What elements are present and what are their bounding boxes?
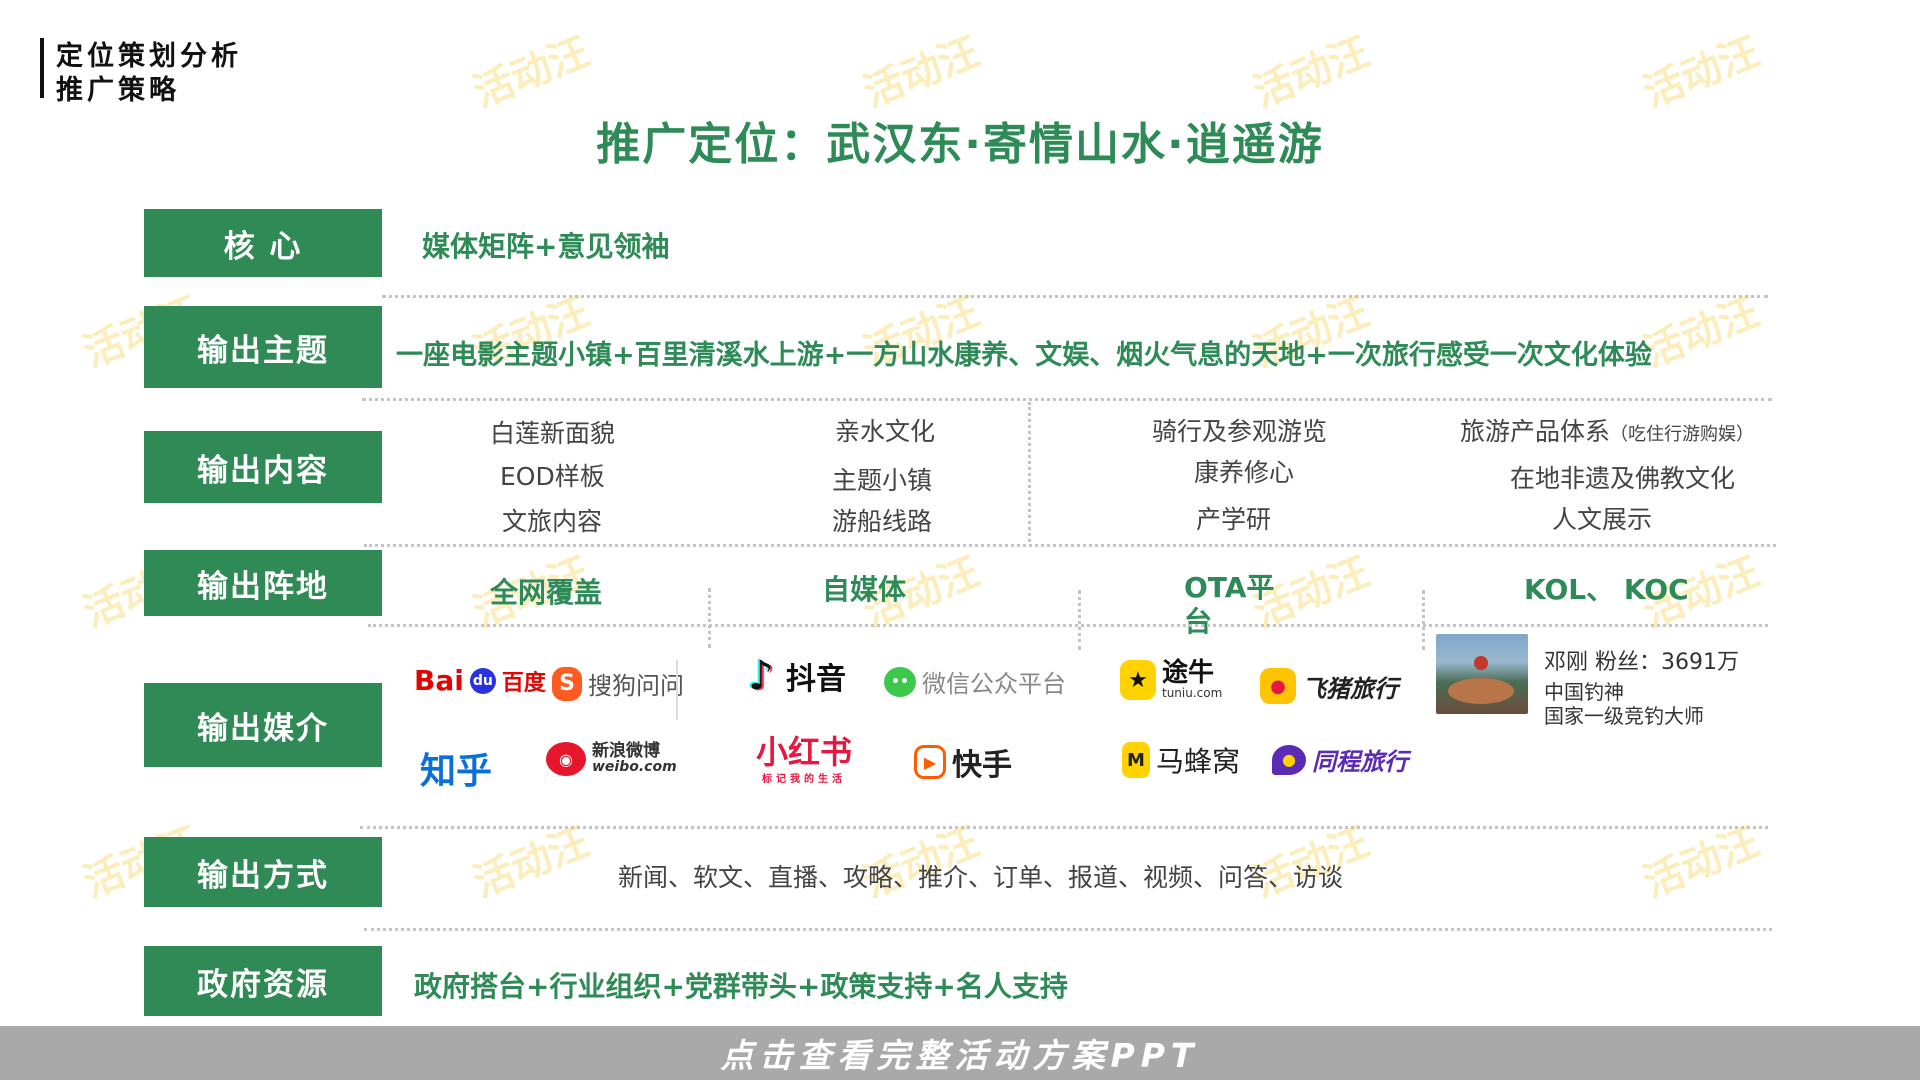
cow-icon: ★ <box>1120 660 1156 700</box>
zhihu-logo-text: 知乎 <box>420 751 493 792</box>
weibo-logo[interactable]: ◉ 新浪微博 weibo.com <box>546 742 677 776</box>
column-divider <box>708 588 711 648</box>
base-col: 自媒体 <box>822 573 907 606</box>
tuniu-logo-sub: tuniu.com <box>1162 686 1223 700</box>
content-item: 在地非遗及佛教文化 <box>1510 464 1736 493</box>
kuaishou-logo-text: 快手 <box>952 748 1012 783</box>
content-item: 游船线路 <box>832 507 933 536</box>
content-item: 主题小镇 <box>832 466 933 495</box>
watermark: 活动汪 <box>1637 818 1766 907</box>
baidu-logo-cn: 百度 <box>501 670 546 696</box>
baidu-logo[interactable]: Bai du 百度 <box>414 664 546 697</box>
mafengwo-logo[interactable]: M 马蜂窝 <box>1122 740 1240 780</box>
divider <box>364 928 1772 931</box>
kol-title: 国家一级竞钓大师 <box>1544 704 1704 728</box>
douyin-logo-text: 抖音 <box>786 662 846 697</box>
footer-banner[interactable]: 点击查看完整活动方案PPT <box>0 1026 1920 1080</box>
fliggy-logo-text: 飞猪旅行 <box>1302 674 1398 703</box>
fliggy-logo[interactable]: ● 飞猪旅行 <box>1260 668 1398 704</box>
content-item: EOD样板 <box>500 462 605 491</box>
watermark: 活动汪 <box>467 28 596 117</box>
content-item: 旅游产品体系（吃住行游购娱） <box>1460 412 1754 448</box>
base-col: OTA平台 <box>1184 571 1275 638</box>
content-item: 白莲新面貌 <box>490 419 616 448</box>
header-bar <box>40 38 44 98</box>
content-item: 人文展示 <box>1552 505 1653 534</box>
column-divider <box>676 660 678 720</box>
baidu-logo-text: Bai <box>414 664 464 697</box>
weibo-icon: ◉ <box>546 742 586 776</box>
sogou-logo[interactable]: S 搜狗问问 <box>552 666 684 701</box>
content-note: （吃住行游购娱） <box>1610 424 1755 445</box>
content-item: 康养修心 <box>1194 458 1295 487</box>
core-text: 媒体矩阵+意见领袖 <box>422 230 670 263</box>
wechat-icon: •• <box>884 666 916 697</box>
douyin-logo[interactable]: ♪ 抖音 <box>742 653 846 699</box>
fliggy-icon: ● <box>1260 668 1296 704</box>
xhs-logo-sub: 标记我的生活 <box>762 774 846 785</box>
divider <box>364 544 1776 547</box>
mafengwo-logo-text: 马蜂窝 <box>1156 745 1241 778</box>
paw-icon: du <box>469 667 496 694</box>
gov-text: 政府搭台+行业组织+党群带头+政策支持+名人支持 <box>414 970 1068 1003</box>
xhs-logo-text: 小红书 <box>756 733 853 771</box>
photo-person <box>1474 656 1488 670</box>
label-media: 输出媒介 <box>144 683 382 767</box>
label-method: 输出方式 <box>144 837 382 907</box>
content-item: 亲水文化 <box>835 417 936 446</box>
wechat-logo-text: 微信公众平台 <box>922 670 1066 698</box>
label-gov: 政府资源 <box>144 946 382 1016</box>
mafengwo-icon: M <box>1122 742 1150 778</box>
watermark: 活动汪 <box>1637 28 1766 117</box>
label-theme: 输出主题 <box>144 306 382 388</box>
divider <box>360 826 1768 829</box>
label-core: 核 心 <box>144 209 382 277</box>
column-divider <box>1078 590 1081 650</box>
footer-link[interactable]: 点击查看完整活动方案PPT <box>721 1029 1200 1077</box>
tuniu-logo[interactable]: ★ 途牛 tuniu.com <box>1120 660 1222 700</box>
xiaohongshu-logo[interactable]: 小红书 标记我的生活 <box>756 734 852 785</box>
label-content: 输出内容 <box>144 431 382 503</box>
tongcheng-logo-text: 同程旅行 <box>1312 748 1408 776</box>
header-subtitle: 推广策略 <box>56 75 180 106</box>
sogou-logo-text: 搜狗问问 <box>588 672 684 700</box>
content-item: 骑行及参观游览 <box>1152 417 1328 446</box>
kol-name-fans: 邓刚 粉丝：3691万 <box>1544 650 1739 675</box>
tongcheng-icon: ● <box>1272 744 1306 775</box>
watermark: 活动汪 <box>1247 28 1376 117</box>
column-divider <box>1422 590 1425 650</box>
weibo-logo-en: weibo.com <box>592 759 677 775</box>
kuaishou-icon: ▶ <box>914 745 946 779</box>
tongcheng-logo[interactable]: ● 同程旅行 <box>1272 742 1408 777</box>
watermark: 活动汪 <box>857 28 986 117</box>
column-divider <box>1028 402 1031 542</box>
content-item: 产学研 <box>1196 505 1272 534</box>
label-base: 输出阵地 <box>144 550 382 616</box>
photo-fish <box>1448 678 1514 704</box>
sogou-icon: S <box>552 666 582 701</box>
zhihu-logo[interactable]: 知乎 <box>420 742 492 794</box>
wechat-logo[interactable]: •• 微信公众平台 <box>884 664 1066 699</box>
base-col: KOL、 KOC <box>1524 573 1689 606</box>
tuniu-logo-text: 途牛 <box>1162 658 1215 688</box>
content-item: 文旅内容 <box>502 507 603 536</box>
divider <box>362 398 1772 401</box>
theme-text: 一座电影主题小镇+百里清溪水上游+一方山水康养、文娱、烟火气息的天地+一次旅行感… <box>396 340 1652 371</box>
douyin-icon: ♪ <box>748 653 774 699</box>
divider <box>368 624 1768 627</box>
watermark: 活动汪 <box>467 818 596 907</box>
method-text: 新闻、软文、直播、攻略、推介、订单、报道、视频、问答、访谈 <box>618 863 1344 892</box>
weibo-logo-cn: 新浪微博 <box>592 741 660 761</box>
content-item-text: 旅游产品体系 <box>1460 417 1611 446</box>
kol-photo <box>1436 634 1528 714</box>
page-title: 推广定位：武汉东·寄情山水·逍遥游 <box>596 119 1324 170</box>
kuaishou-logo[interactable]: ▶ 快手 <box>914 740 1012 784</box>
divider <box>382 295 1768 298</box>
base-col: 全网覆盖 <box>490 576 603 609</box>
